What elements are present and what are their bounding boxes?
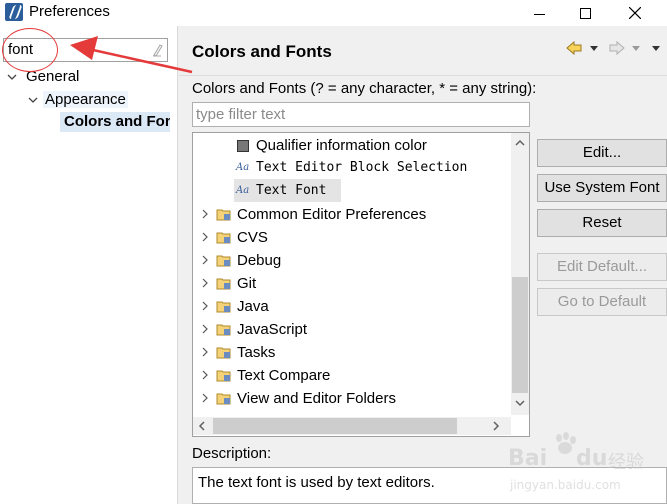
scroll-up-icon[interactable] xyxy=(515,139,525,147)
watermark-logo-du: du xyxy=(576,446,608,471)
reset-button[interactable]: Reset xyxy=(537,209,667,237)
preferences-sidebar: font General Appearance Colors and Fonts xyxy=(0,26,178,504)
go-to-default-button[interactable]: Go to Default xyxy=(537,288,667,316)
chevron-right-icon[interactable] xyxy=(201,347,209,357)
title-bar: Preferences xyxy=(0,0,667,26)
item-label: CVS xyxy=(237,229,268,246)
tree-item-cvs[interactable]: CVS xyxy=(193,226,513,249)
clear-filter-icon[interactable] xyxy=(151,43,163,57)
tree-item-common-editor-preferences[interactable]: Common Editor Preferences xyxy=(193,203,513,226)
folder-icon xyxy=(216,278,231,290)
tree-item-colors-and-fonts[interactable]: Colors and Fonts xyxy=(60,112,170,132)
minimize-icon xyxy=(533,13,545,15)
item-label: Common Editor Preferences xyxy=(237,206,427,223)
chevron-right-icon[interactable] xyxy=(201,370,209,380)
use-system-font-button[interactable]: Use System Font xyxy=(537,174,667,202)
horizontal-scrollbar[interactable] xyxy=(193,417,511,435)
item-label: Text Font xyxy=(256,183,327,198)
tree-item-java[interactable]: Java xyxy=(193,295,513,318)
tree-item-appearance[interactable]: Appearance xyxy=(28,90,128,110)
folder-icon xyxy=(216,209,231,221)
item-label: Java xyxy=(237,298,269,315)
maximize-icon xyxy=(579,7,591,19)
scroll-left-icon[interactable] xyxy=(198,421,206,431)
item-label: Text Compare xyxy=(237,367,331,384)
close-icon xyxy=(629,7,641,19)
tree-item-javascript[interactable]: JavaScript xyxy=(193,318,513,341)
window-title: Preferences xyxy=(29,3,110,20)
item-label: Tasks xyxy=(237,344,276,361)
chevron-right-icon[interactable] xyxy=(201,278,209,288)
chevron-down-icon[interactable] xyxy=(28,90,38,110)
tree-item-label: Appearance xyxy=(43,91,128,108)
item-label: Git xyxy=(237,275,257,292)
item-label: View and Editor Folders xyxy=(237,390,396,407)
folder-icon xyxy=(216,301,231,313)
item-label: Debug xyxy=(237,252,282,269)
folder-icon xyxy=(216,393,231,405)
item-label: JavaScript xyxy=(237,321,308,338)
tree-item-git[interactable]: Git xyxy=(193,272,513,295)
vertical-scroll-thumb[interactable] xyxy=(512,277,528,393)
page-description: Colors and Fonts (? = any character, * =… xyxy=(192,80,537,97)
back-history-dropdown-icon[interactable] xyxy=(590,46,598,51)
chevron-right-icon[interactable] xyxy=(201,255,209,265)
scroll-down-icon[interactable] xyxy=(515,399,525,407)
view-menu-icon[interactable] xyxy=(652,46,660,51)
back-arrow-icon[interactable] xyxy=(565,40,583,56)
page-header: Colors and Fonts xyxy=(179,26,667,76)
folder-icon xyxy=(216,370,231,382)
horizontal-scroll-thumb[interactable] xyxy=(213,418,457,434)
eclipse-app-icon xyxy=(5,3,23,21)
chevron-right-icon[interactable] xyxy=(201,209,209,219)
folder-icon xyxy=(216,324,231,336)
tree-item-debug[interactable]: Debug xyxy=(193,249,513,272)
watermark-logo-bai: Bai xyxy=(508,446,548,471)
colors-fonts-tree[interactable]: Qualifier information color Aa Text Edit… xyxy=(192,132,530,437)
folder-icon xyxy=(216,255,231,267)
color-swatch-icon xyxy=(237,140,249,152)
edit-button[interactable]: Edit... xyxy=(537,139,667,167)
tree-item-text-compare[interactable]: Text Compare xyxy=(193,364,513,387)
folder-icon xyxy=(216,347,231,359)
edit-default-button[interactable]: Edit Default... xyxy=(537,253,667,281)
font-icon: Aa xyxy=(236,162,250,173)
tree-item-text-editor-block-selection[interactable]: Aa Text Editor Block Selection xyxy=(193,156,513,179)
chevron-right-icon[interactable] xyxy=(201,232,209,242)
vertical-scrollbar[interactable] xyxy=(511,133,529,415)
baidu-jingyan-watermark: Bai du 经验 jingyan.baidu.com xyxy=(500,430,667,504)
forward-history-dropdown-icon[interactable] xyxy=(632,46,640,51)
forward-arrow-icon[interactable] xyxy=(608,40,626,56)
tree-item-text-font[interactable]: Aa Text Font xyxy=(193,179,513,202)
chevron-right-icon[interactable] xyxy=(201,393,209,403)
tree-item-view-and-editor-folders[interactable]: View and Editor Folders xyxy=(193,387,513,410)
close-button[interactable] xyxy=(612,0,658,26)
folder-icon xyxy=(216,232,231,244)
description-label: Description: xyxy=(192,445,272,462)
item-label: Text Editor Block Selection xyxy=(256,160,468,175)
watermark-cn: 经验 xyxy=(608,452,644,473)
chevron-right-icon[interactable] xyxy=(201,324,209,334)
tree-item-tasks[interactable]: Tasks xyxy=(193,341,513,364)
font-icon: Aa xyxy=(236,185,250,196)
filter-text-input[interactable] xyxy=(192,102,530,127)
minimize-button[interactable] xyxy=(516,0,562,26)
page-title: Colors and Fonts xyxy=(192,42,332,61)
chevron-right-icon[interactable] xyxy=(201,301,209,311)
tree-item-qualifier-color[interactable]: Qualifier information color xyxy=(193,134,513,157)
chevron-down-icon[interactable] xyxy=(7,67,17,87)
description-text: The text font is used by text editors. xyxy=(198,474,435,491)
watermark-url: jingyan.baidu.com xyxy=(510,478,621,492)
item-label: Qualifier information color xyxy=(256,137,427,154)
annotation-circle xyxy=(2,28,58,72)
maximize-button[interactable] xyxy=(562,0,608,26)
paw-logo-icon xyxy=(556,432,576,454)
scroll-right-icon[interactable] xyxy=(492,421,500,431)
